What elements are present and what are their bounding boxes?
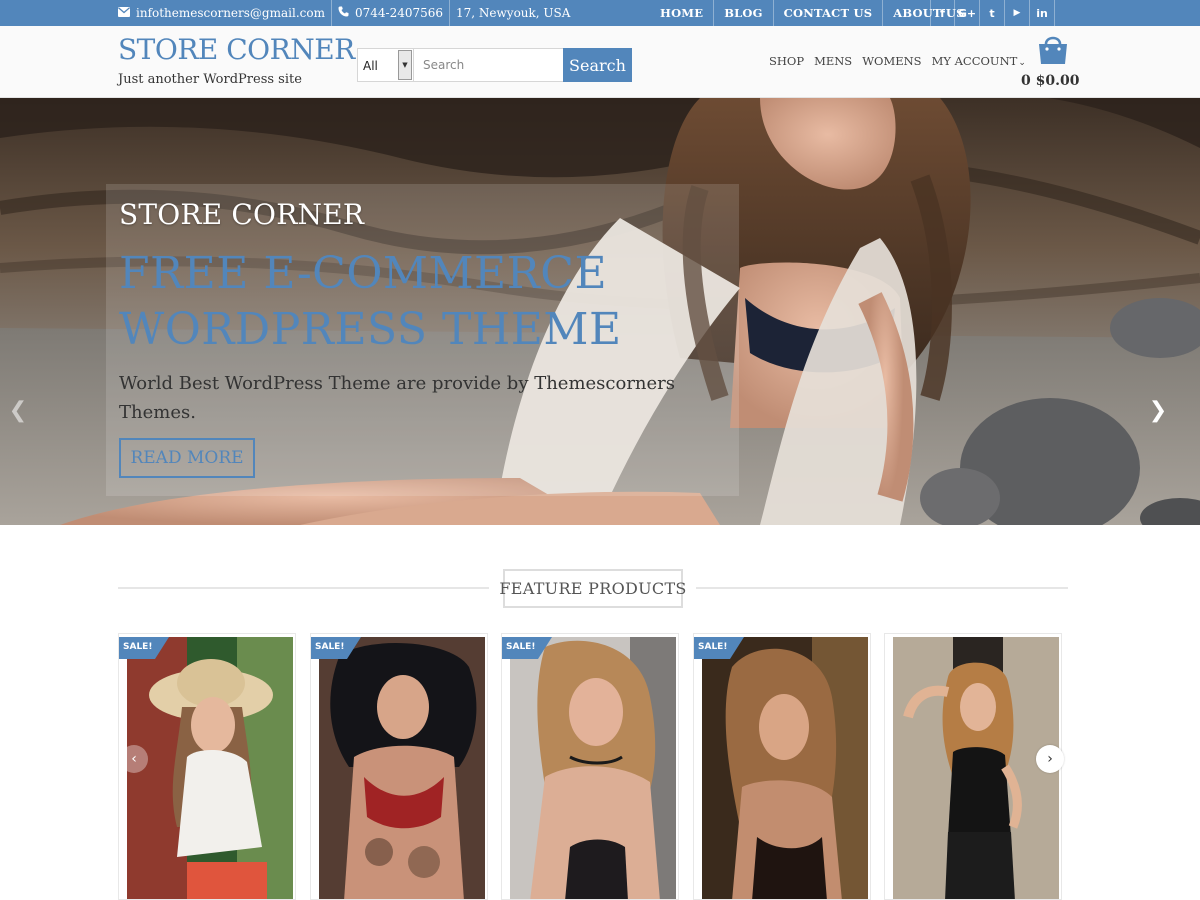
site-header: STORE CORNER Just another WordPress site… <box>0 26 1200 98</box>
sale-badge-label: SALE! <box>698 642 728 652</box>
youtube-icon[interactable]: ▶ <box>1005 0 1030 26</box>
product-image <box>702 637 868 899</box>
product-image <box>319 637 485 899</box>
facebook-icon[interactable]: f <box>930 0 955 26</box>
address-text: 17, Newyouk, USA <box>456 6 571 20</box>
product-card[interactable] <box>884 633 1062 900</box>
search-category-select[interactable]: All ▼ <box>357 48 414 82</box>
chevron-left-icon[interactable]: ❮ <box>8 398 28 423</box>
nav-my-account[interactable]: MY ACCOUNT⌄ <box>927 54 1031 68</box>
product-card[interactable]: SALE! <box>501 633 679 900</box>
chevron-right-icon[interactable]: › <box>1036 745 1064 773</box>
nav-my-account-label: MY ACCOUNT <box>931 54 1018 68</box>
read-more-button[interactable]: READ MORE <box>119 438 255 478</box>
top-navigation: HOME BLOG CONTACT US ABOUT US <box>650 0 975 26</box>
topnav-home[interactable]: HOME <box>650 0 715 26</box>
google-plus-icon[interactable]: G+ <box>955 0 980 26</box>
search-category-value: All <box>363 59 378 73</box>
address-contact: 17, Newyouk, USA <box>450 0 576 26</box>
hero-text: World Best WordPress Theme are provide b… <box>119 373 676 423</box>
nav-womens[interactable]: WOMENS <box>857 54 926 68</box>
shopping-bag-icon[interactable] <box>1036 32 1070 66</box>
nav-mens[interactable]: MENS <box>809 54 857 68</box>
topnav-blog[interactable]: BLOG <box>714 0 774 26</box>
top-bar: infothemescorners@gmail.com 0744-2407566… <box>0 0 1200 26</box>
product-image <box>510 637 676 899</box>
product-card[interactable]: SALE! <box>310 633 488 900</box>
linkedin-icon[interactable]: in <box>1030 0 1055 26</box>
nav-shop[interactable]: SHOP <box>764 54 809 68</box>
sale-badge-label: SALE! <box>506 642 536 652</box>
search-input[interactable] <box>414 48 564 82</box>
sale-badge: SALE! <box>694 637 744 659</box>
cart-total[interactable]: 0 $0.00 <box>1021 73 1079 89</box>
chevron-left-icon[interactable]: ‹ <box>120 745 148 773</box>
sale-badge: SALE! <box>502 637 552 659</box>
social-links: f G+ t ▶ in <box>930 0 1055 26</box>
feature-products-heading: FEATURE PRODUCTS <box>499 569 686 608</box>
hero-kicker: STORE CORNER <box>119 198 365 231</box>
contact-info: infothemescorners@gmail.com 0744-2407566… <box>118 0 576 26</box>
sale-badge: SALE! <box>311 637 361 659</box>
phone-text: 0744-2407566 <box>354 6 444 20</box>
phone-icon <box>338 6 349 20</box>
product-image <box>127 637 293 899</box>
email-contact[interactable]: infothemescorners@gmail.com <box>118 0 332 26</box>
chevron-down-icon: ⌄ <box>1018 58 1026 68</box>
site-tagline: Just another WordPress site <box>118 72 302 87</box>
topnav-contact-us[interactable]: CONTACT US <box>774 0 884 26</box>
section-divider-right <box>696 587 1068 589</box>
chevron-down-icon[interactable]: ▼ <box>398 50 412 80</box>
chevron-right-icon[interactable]: ❯ <box>1148 398 1168 423</box>
twitter-icon[interactable]: t <box>980 0 1005 26</box>
sale-badge-label: SALE! <box>315 642 345 652</box>
email-text: infothemescorners@gmail.com <box>136 6 325 20</box>
product-card[interactable]: SALE! <box>693 633 871 900</box>
hero-title: FREE E-COMMERCE WORDPRESS THEME <box>119 248 622 355</box>
search-button[interactable]: Search <box>563 48 632 82</box>
phone-contact[interactable]: 0744-2407566 <box>332 0 451 26</box>
envelope-icon <box>118 6 130 20</box>
product-image <box>893 637 1059 899</box>
section-divider-left <box>118 587 489 589</box>
sale-badge: SALE! <box>119 637 169 659</box>
site-title[interactable]: STORE CORNER <box>118 33 355 66</box>
sale-badge-label: SALE! <box>123 642 153 652</box>
main-navigation: SHOP MENS WOMENS MY ACCOUNT⌄ <box>764 54 1031 68</box>
